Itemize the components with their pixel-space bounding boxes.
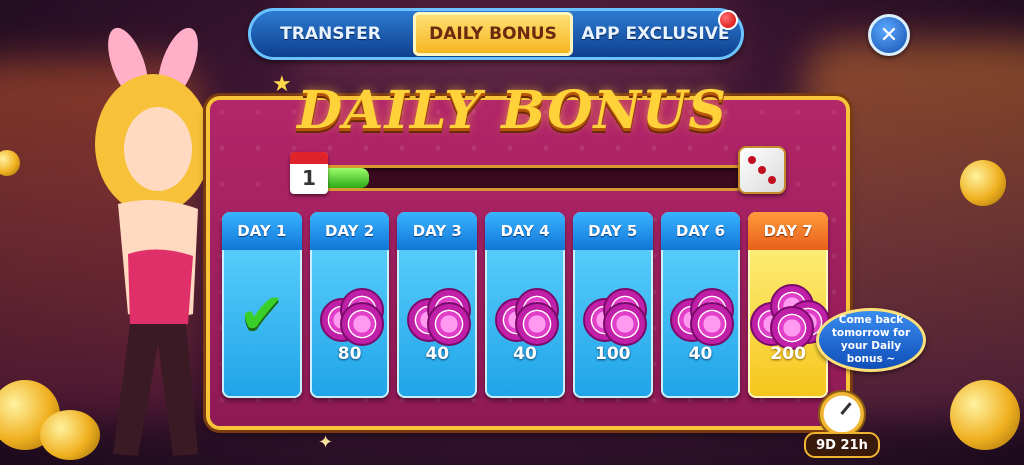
chip-stack-icon — [668, 284, 735, 346]
day-card-7[interactable]: DAY 7 200 — [748, 212, 829, 398]
day-label: DAY 5 — [572, 212, 653, 250]
close-button[interactable]: ✕ — [868, 14, 910, 56]
day-card-4[interactable]: DAY 4 40 — [485, 212, 565, 398]
chip-stack-icon — [493, 284, 560, 346]
day-card-1[interactable]: DAY 1 ✔ — [222, 212, 302, 398]
day-label: DAY 6 — [660, 212, 741, 250]
day-reward: 40 — [688, 344, 713, 364]
chip-stack-icon — [405, 284, 472, 346]
day-card-2[interactable]: DAY 2 80 — [309, 212, 390, 398]
calendar-icon: 1 — [290, 152, 328, 194]
chip-stack-icon — [581, 284, 647, 346]
day-reward: 200 — [770, 344, 806, 364]
day-label: DAY 7 — [748, 212, 829, 250]
checkmark-icon: ✔ — [238, 282, 286, 347]
progress-day-number: 1 — [302, 166, 316, 190]
gold-coin-pile-right — [950, 380, 1020, 450]
progress-bar — [300, 165, 746, 191]
chip-stack-icon — [750, 284, 829, 350]
tab-app-exclusive[interactable]: APP EXCLUSIVE — [573, 12, 738, 56]
panel-title: DAILY BONUS — [297, 80, 727, 141]
day-reward: 100 — [594, 344, 631, 364]
tab-transfer[interactable]: TRANSFER — [248, 12, 413, 56]
notification-dot — [718, 10, 738, 30]
top-tab-bar: TRANSFER DAILY BONUS APP EXCLUSIVE — [248, 8, 744, 60]
day-label: DAY 1 — [222, 212, 302, 250]
sparkle-icon: ✦ — [318, 432, 334, 453]
day-label: DAY 4 — [485, 212, 565, 250]
come-back-tomorrow-bubble: Come back tomorrow for your Daily bonus … — [816, 308, 926, 372]
chip-stack-icon — [318, 284, 384, 346]
countdown-timer: 9D 21h — [804, 432, 880, 458]
close-icon: ✕ — [879, 22, 899, 48]
day-reward: 40 — [425, 344, 450, 364]
day-reward: 40 — [513, 344, 537, 364]
day-card-5[interactable]: DAY 5 100 — [572, 212, 653, 398]
gold-coin-right — [960, 160, 1006, 206]
tab-daily-bonus[interactable]: DAILY BONUS — [413, 12, 573, 56]
day-cards: DAY 1 ✔ DAY 2 80 DAY 3 40 DAY 4 40 DAY 5… — [222, 212, 829, 398]
dice-icon — [738, 146, 786, 194]
stopwatch-icon — [818, 390, 866, 438]
day-label: DAY 2 — [309, 212, 390, 250]
day-reward: 80 — [337, 344, 362, 364]
day-label: DAY 3 — [397, 212, 478, 250]
day-card-6[interactable]: DAY 6 40 — [660, 212, 741, 398]
day-card-3[interactable]: DAY 3 40 — [397, 212, 478, 398]
